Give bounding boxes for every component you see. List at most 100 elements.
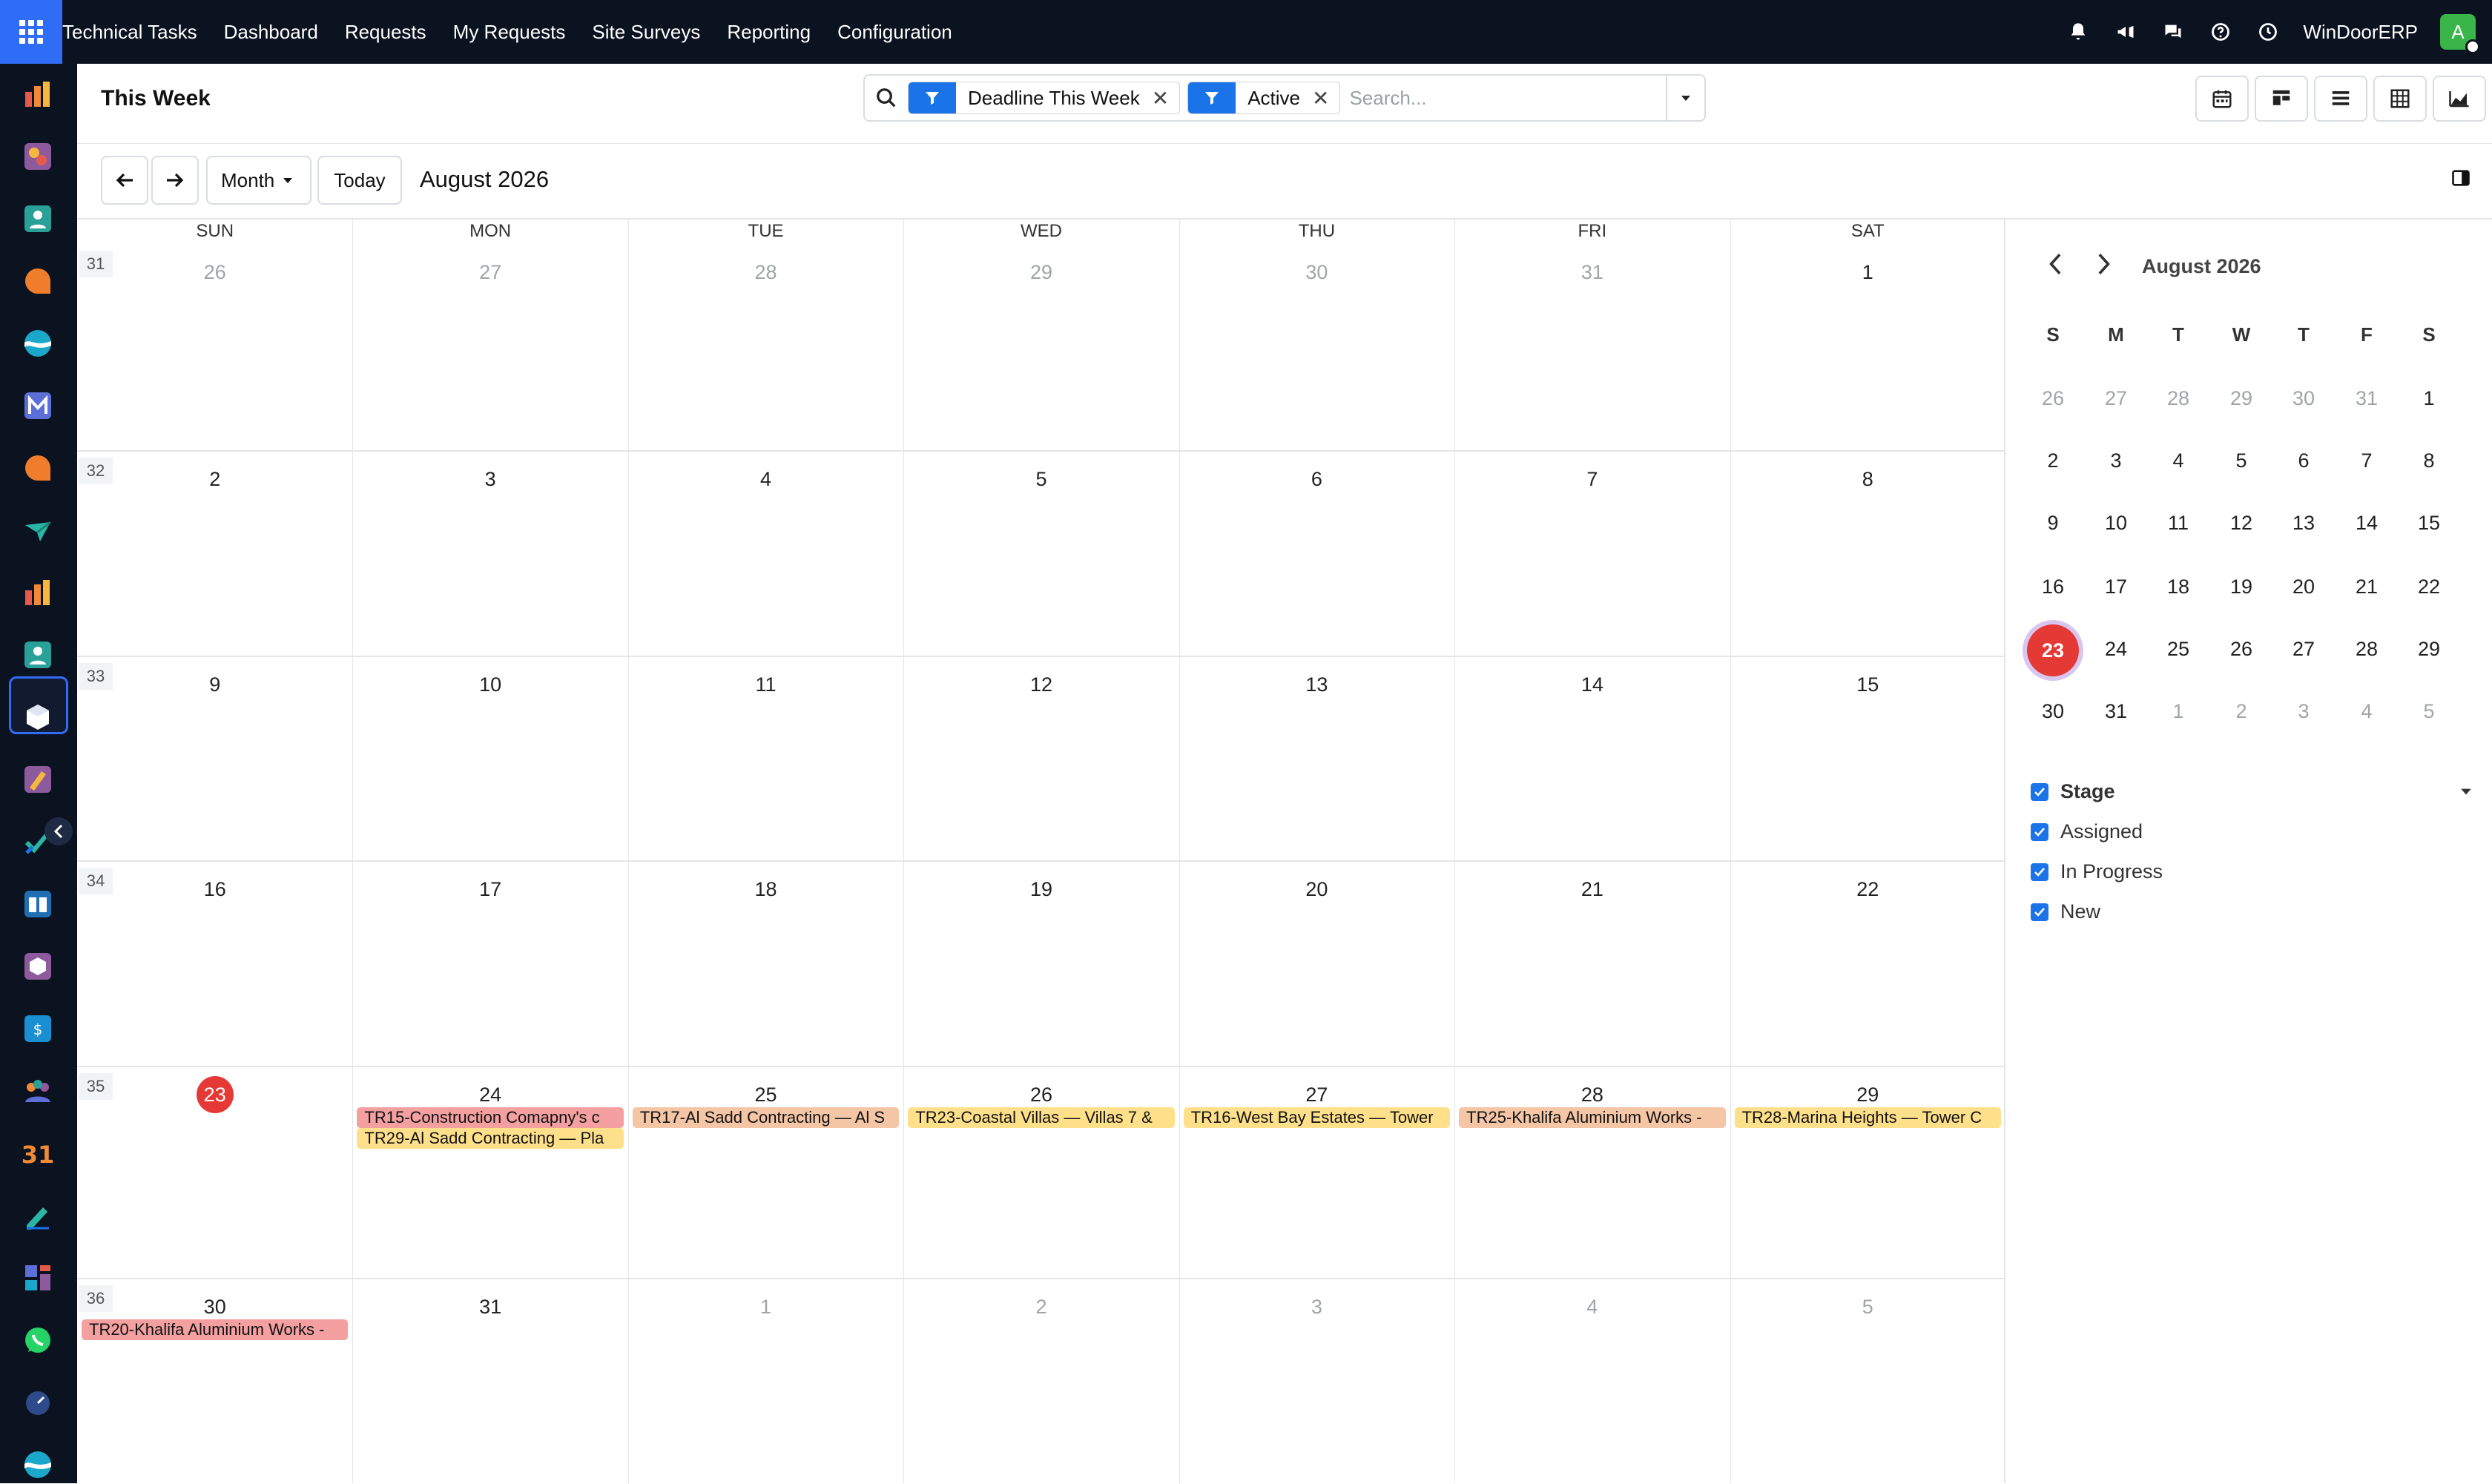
calendar-event[interactable]: TR16-West Bay Estates — Tower bbox=[1183, 1107, 1451, 1128]
today-button[interactable]: Today bbox=[317, 156, 402, 205]
search-input[interactable] bbox=[1348, 80, 1666, 116]
day-number[interactable]: 19 bbox=[1012, 878, 1071, 901]
checkbox-checked-icon[interactable] bbox=[2031, 782, 2048, 801]
calendar-app-icon[interactable]: 31 bbox=[22, 1138, 55, 1169]
art-app-icon[interactable] bbox=[22, 141, 53, 172]
filter-option-new[interactable]: New bbox=[2031, 900, 2100, 923]
facet-active[interactable]: Active ✕ bbox=[1187, 82, 1341, 114]
inventory-app-icon[interactable] bbox=[22, 951, 53, 982]
day-number[interactable]: 29 bbox=[1012, 261, 1071, 284]
app-menu-icon[interactable] bbox=[0, 0, 62, 64]
day-number[interactable]: 31 bbox=[461, 1296, 520, 1319]
mini-day[interactable]: 12 bbox=[2219, 512, 2264, 535]
wave2-app-icon[interactable] bbox=[22, 1449, 53, 1480]
mini-next-month-button[interactable] bbox=[2093, 251, 2114, 281]
day-number[interactable]: 22 bbox=[1838, 878, 1897, 901]
mini-day[interactable]: 29 bbox=[2219, 387, 2264, 410]
day-number[interactable]: 1 bbox=[736, 1296, 796, 1319]
help-icon[interactable] bbox=[2208, 19, 2233, 44]
mini-day[interactable]: 6 bbox=[2281, 449, 2326, 472]
mini-day[interactable]: 2 bbox=[2219, 700, 2264, 723]
mini-day[interactable]: 26 bbox=[2031, 387, 2075, 410]
employees-app-icon[interactable] bbox=[22, 639, 53, 670]
mini-day[interactable]: 29 bbox=[2407, 638, 2451, 661]
day-number[interactable]: 2 bbox=[185, 468, 245, 491]
calendar-view-button[interactable] bbox=[2195, 76, 2249, 122]
mini-day[interactable]: 9 bbox=[2031, 512, 2075, 535]
day-number[interactable]: 4 bbox=[736, 468, 796, 491]
day-number[interactable]: 26 bbox=[185, 261, 245, 284]
technical-tasks-app-icon[interactable] bbox=[22, 702, 53, 733]
contacts-app-icon[interactable] bbox=[22, 203, 53, 234]
mini-day[interactable]: 28 bbox=[2344, 638, 2389, 661]
calendar-event[interactable]: TR15-Construction Comapny's c bbox=[357, 1107, 624, 1128]
mini-day[interactable]: 4 bbox=[2156, 449, 2201, 472]
facet-remove-icon[interactable]: ✕ bbox=[1152, 86, 1179, 111]
mini-day[interactable]: 2 bbox=[2031, 449, 2075, 472]
scale-dropdown[interactable]: Month bbox=[206, 156, 312, 205]
search-options-toggle[interactable] bbox=[1666, 76, 1704, 120]
facet-deadline[interactable]: Deadline This Week ✕ bbox=[908, 82, 1181, 114]
mini-day[interactable]: 20 bbox=[2281, 576, 2326, 598]
day-number[interactable]: 1 bbox=[1838, 261, 1897, 284]
bell-icon[interactable] bbox=[2066, 19, 2091, 44]
today-day-number[interactable]: 23 bbox=[196, 1076, 234, 1113]
day-number[interactable]: 27 bbox=[1287, 1084, 1346, 1107]
calendar-event[interactable]: TR23-Coastal Villas — Villas 7 & bbox=[908, 1107, 1175, 1128]
filter-collapse-button[interactable] bbox=[2459, 786, 2473, 800]
filter-option-in-progress[interactable]: In Progress bbox=[2031, 860, 2163, 883]
wave-app-icon[interactable] bbox=[22, 328, 53, 359]
day-number[interactable]: 18 bbox=[736, 878, 796, 901]
chat-icon[interactable] bbox=[2160, 19, 2186, 44]
mini-day[interactable]: 17 bbox=[2094, 576, 2138, 598]
brush-app-icon[interactable] bbox=[22, 764, 53, 795]
checkbox-checked-icon[interactable] bbox=[2031, 822, 2048, 841]
day-number[interactable]: 7 bbox=[1563, 468, 1622, 491]
pivot-view-button[interactable] bbox=[2373, 76, 2427, 122]
previous-button[interactable] bbox=[101, 156, 148, 205]
whatsapp-app-icon[interactable] bbox=[22, 1325, 53, 1356]
checkbox-checked-icon[interactable] bbox=[2031, 903, 2048, 921]
day-number[interactable]: 16 bbox=[185, 878, 245, 901]
mini-day[interactable]: 30 bbox=[2281, 387, 2326, 410]
mini-day[interactable]: 3 bbox=[2094, 449, 2138, 472]
menu-dashboard[interactable]: Dashboard bbox=[224, 21, 318, 44]
kanban-view-button[interactable] bbox=[2255, 76, 2308, 122]
mini-day[interactable]: 18 bbox=[2156, 576, 2201, 598]
day-number[interactable]: 14 bbox=[1563, 673, 1622, 696]
toggle-sidepanel-button[interactable] bbox=[2450, 168, 2471, 192]
mini-day[interactable]: 27 bbox=[2281, 638, 2326, 661]
sales-app-icon[interactable]: $ bbox=[22, 1013, 53, 1044]
day-number[interactable]: 9 bbox=[185, 673, 245, 696]
filter-option-assigned[interactable]: Assigned bbox=[2031, 820, 2143, 843]
mini-prev-month-button[interactable] bbox=[2046, 251, 2066, 281]
mini-day[interactable]: 4 bbox=[2344, 700, 2389, 723]
avatar[interactable]: A bbox=[2440, 14, 2480, 54]
plane-app-icon[interactable] bbox=[22, 515, 53, 546]
dashboards-app-icon[interactable] bbox=[22, 1262, 53, 1293]
charts-app-icon[interactable] bbox=[22, 577, 53, 608]
mini-day[interactable]: 21 bbox=[2344, 576, 2389, 598]
livechat-app-icon[interactable] bbox=[22, 452, 53, 484]
mini-day[interactable]: 27 bbox=[2094, 387, 2138, 410]
menu-requests[interactable]: Requests bbox=[345, 21, 426, 44]
menu-my-requests[interactable]: My Requests bbox=[453, 21, 566, 44]
search-icon[interactable] bbox=[865, 87, 908, 109]
team-app-icon[interactable] bbox=[22, 1075, 53, 1107]
day-number[interactable]: 6 bbox=[1287, 468, 1346, 491]
day-number[interactable]: 20 bbox=[1287, 878, 1346, 901]
megaphone-icon[interactable] bbox=[2113, 19, 2138, 44]
day-number[interactable]: 10 bbox=[461, 673, 520, 696]
calendar-event[interactable]: TR20-Khalifa Aluminium Works - bbox=[82, 1319, 349, 1340]
menu-reporting[interactable]: Reporting bbox=[727, 21, 811, 44]
reporting-app-icon[interactable] bbox=[22, 79, 53, 110]
day-number[interactable]: 30 bbox=[185, 1296, 245, 1319]
day-number[interactable]: 8 bbox=[1838, 468, 1897, 491]
graph-view-button[interactable] bbox=[2433, 76, 2486, 122]
day-number[interactable]: 21 bbox=[1563, 878, 1622, 901]
day-number[interactable]: 13 bbox=[1287, 673, 1346, 696]
knowledge-app-icon[interactable] bbox=[22, 888, 53, 920]
mini-day[interactable]: 31 bbox=[2344, 387, 2389, 410]
calendar-event[interactable]: TR17-Al Sadd Contracting — Al S bbox=[632, 1107, 900, 1128]
mini-day[interactable]: 13 bbox=[2281, 512, 2326, 535]
